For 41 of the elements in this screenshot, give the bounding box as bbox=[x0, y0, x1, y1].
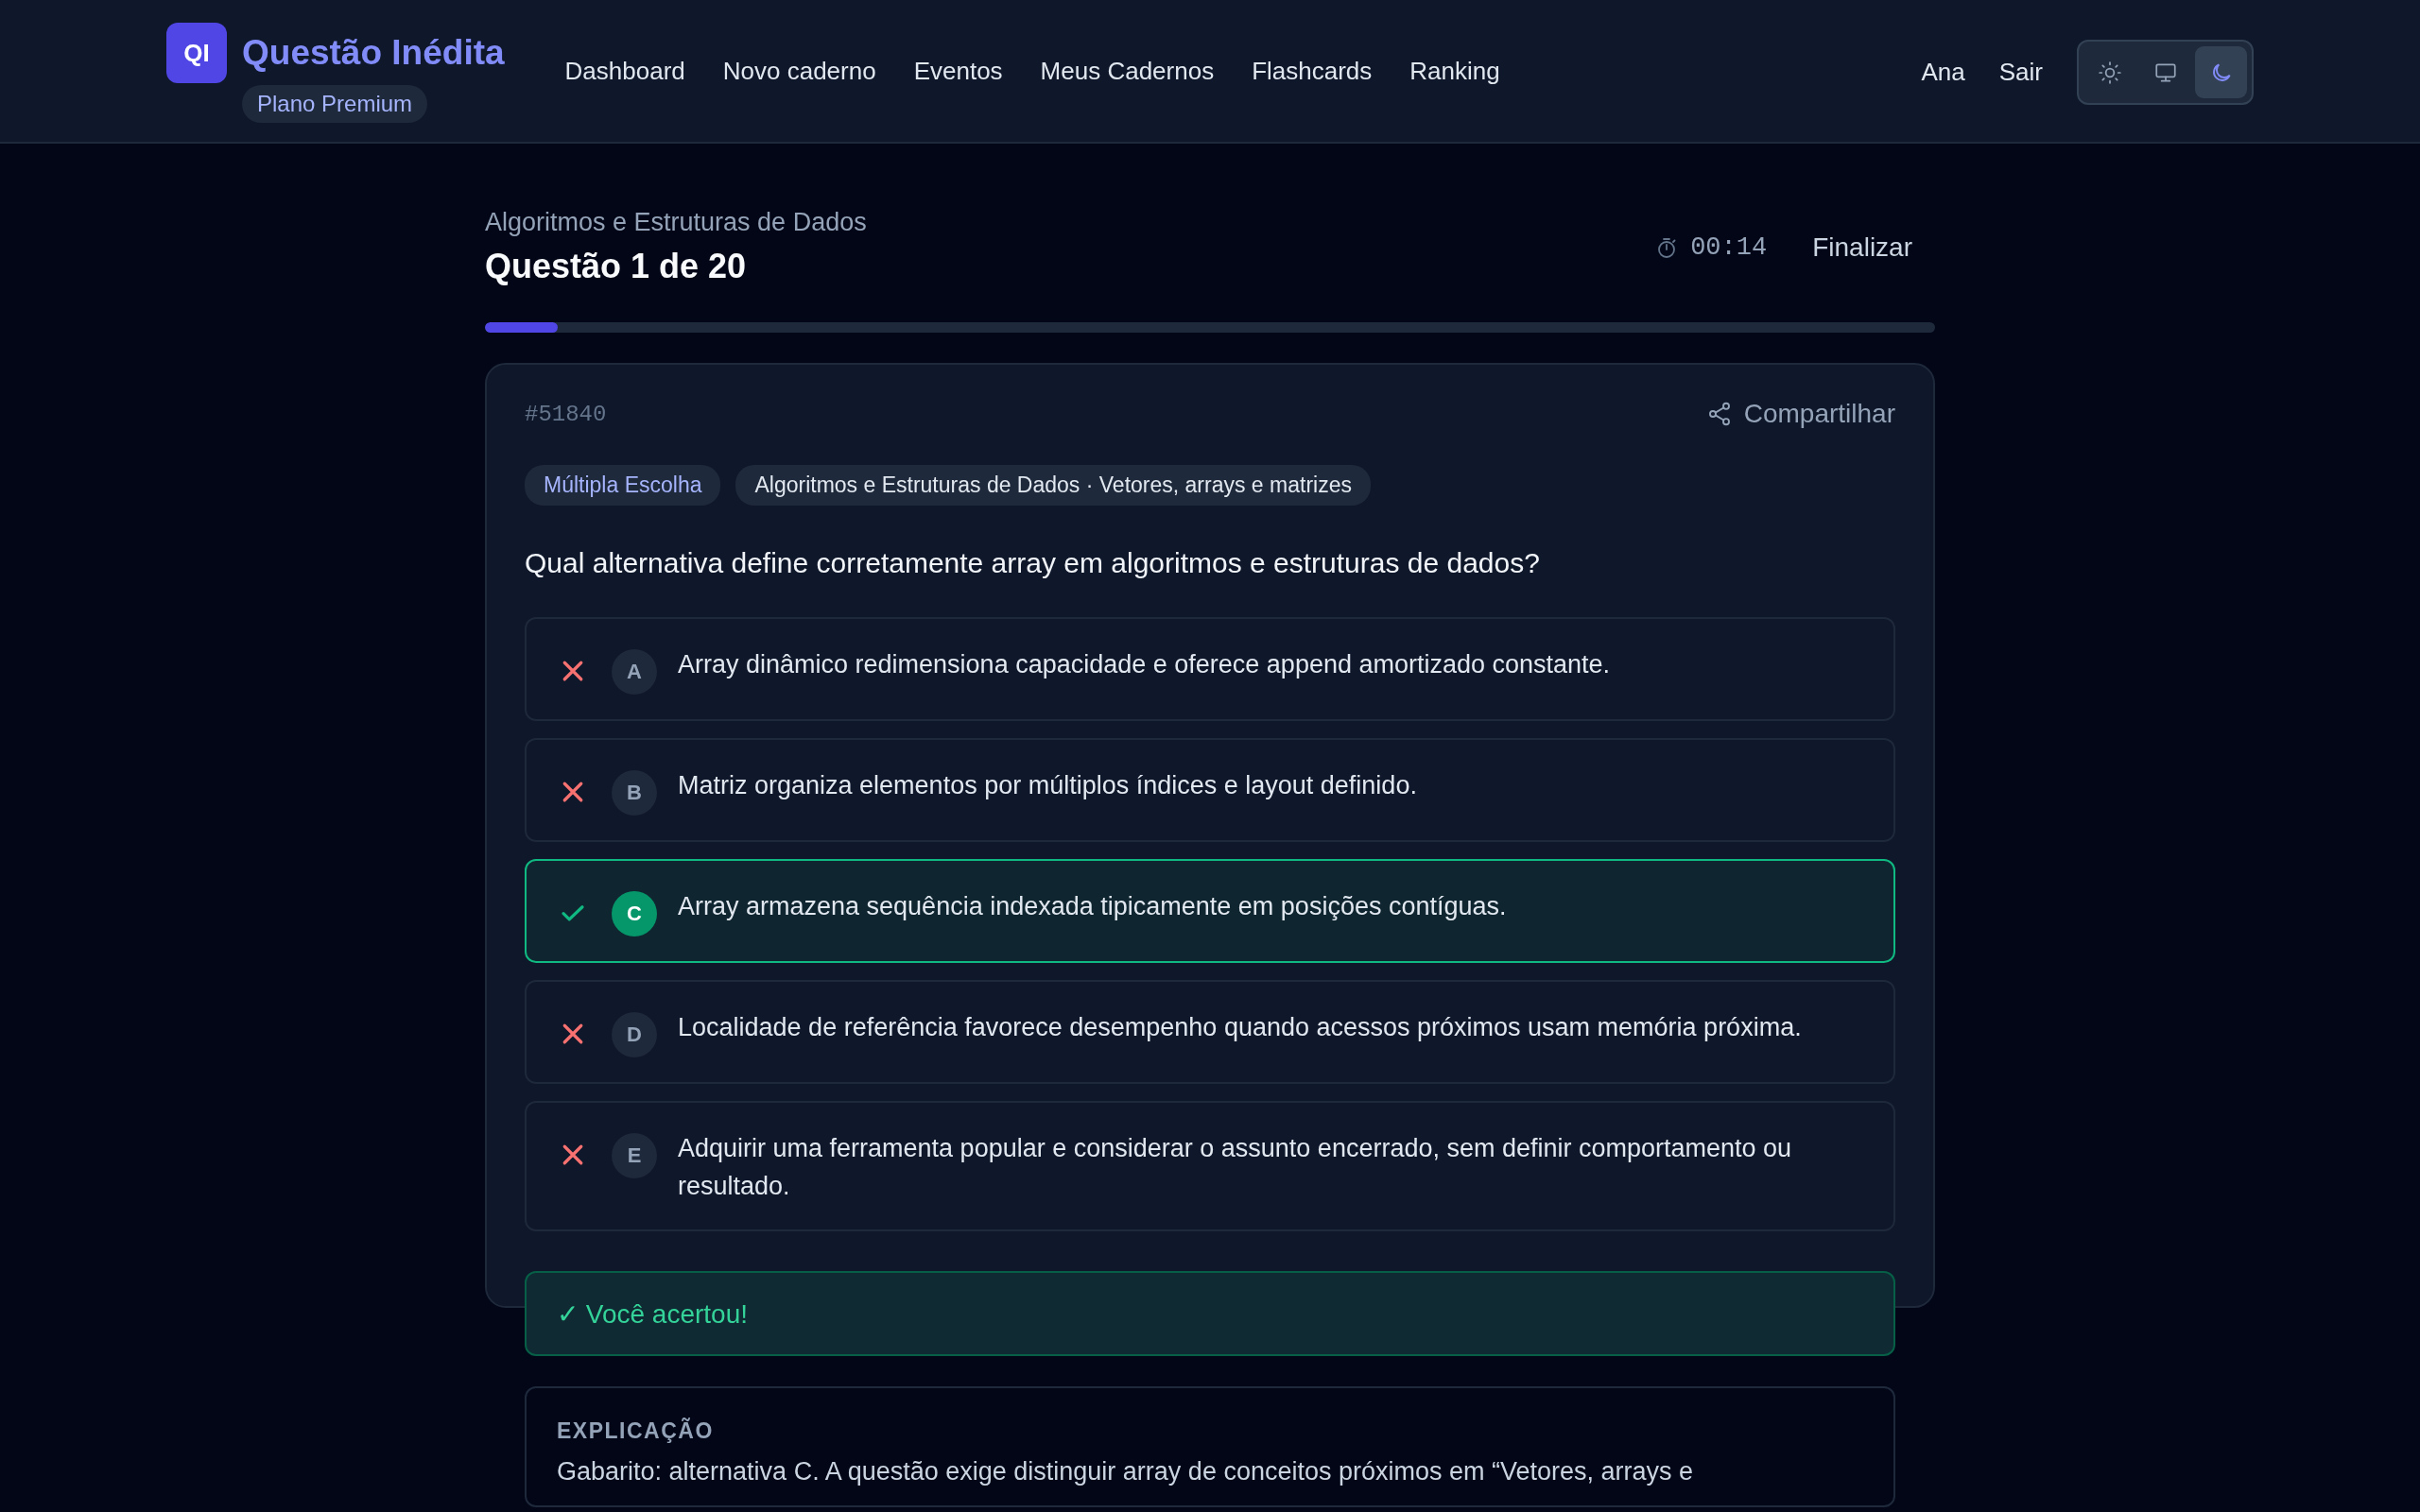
brand-name[interactable]: Questão Inédita bbox=[242, 33, 505, 73]
user-link[interactable]: Ana bbox=[1921, 58, 1965, 87]
answer-option[interactable]: A Array dinâmico redimensiona capacidade e oferece append amortizado constante. bbox=[525, 617, 1895, 721]
nav-link[interactable]: Dashboard bbox=[564, 57, 685, 86]
logo-badge[interactable]: QI bbox=[166, 23, 227, 83]
tag: Algoritmos e Estruturas de Dados · Vetores, arrays e matrizes bbox=[735, 465, 1371, 506]
option-text: Localidade de referência favorece desempenho quando acessos próximos usam memória próxima. bbox=[678, 1012, 1802, 1043]
option-letter: E bbox=[612, 1133, 657, 1178]
question-id: #51840 bbox=[525, 401, 607, 427]
nav-link[interactable]: Ranking bbox=[1409, 57, 1500, 86]
explanation-text: Gabarito: alternativa C. A questão exige distinguir array de conceitos próximos em “Vetores, arrays e bbox=[557, 1457, 1695, 1486]
answer-option[interactable]: E Adquirir uma ferramenta popular e considerar o assunto encerrado, sem definir comportamento ou resultado. bbox=[525, 1101, 1895, 1231]
option-text: Array dinâmico redimensiona capacidade e oferece append amortizado constante. bbox=[678, 649, 1611, 680]
stopwatch-icon bbox=[1656, 235, 1678, 259]
timer: 00:14 bbox=[1690, 232, 1768, 262]
explanation-heading: EXPLICAÇÃO bbox=[557, 1418, 715, 1444]
option-text: Matriz organiza elementos por múltiplos índices e layout definido. bbox=[678, 770, 1417, 801]
feedback-text: ✓ Você acertou! bbox=[557, 1297, 748, 1330]
nav-link[interactable]: Eventos bbox=[913, 57, 1003, 86]
subject-label: Algoritmos e Estruturas de Dados bbox=[485, 208, 867, 237]
question-text: Qual alternativa define corretamente array em algoritmos e estruturas de dados? bbox=[525, 547, 1541, 579]
finish-button[interactable]: Finalizar bbox=[1812, 232, 1912, 263]
option-text: Array armazena sequência indexada tipicamente em posições contíguas. bbox=[678, 891, 1507, 922]
option-text: Adquirir uma ferramenta popular e considerar o assunto encerrado, sem definir comportamento ou resultado. bbox=[678, 1133, 1793, 1202]
option-letter: B bbox=[612, 770, 657, 816]
option-letter: A bbox=[612, 649, 657, 695]
share-button[interactable]: Compartilhar bbox=[1705, 399, 1895, 429]
logout-link[interactable]: Sair bbox=[1998, 58, 2043, 87]
option-letter: C bbox=[612, 891, 657, 936]
answer-option[interactable]: B Matriz organiza elementos por múltiplos índices e layout definido. bbox=[525, 738, 1895, 842]
nav-link[interactable]: Flashcards bbox=[1252, 57, 1373, 86]
option-letter: D bbox=[612, 1012, 657, 1057]
nav-link[interactable]: Meus Cadernos bbox=[1040, 57, 1215, 86]
answer-option[interactable]: C Array armazena sequência indexada tipicamente em posições contíguas. bbox=[525, 859, 1895, 963]
theme-button[interactable] bbox=[2195, 46, 2247, 98]
nav-link[interactable]: Novo caderno bbox=[722, 57, 876, 86]
question-counter: Questão 1 de 20 bbox=[485, 247, 748, 286]
sun-icon bbox=[2097, 60, 2122, 85]
plan-badge: Plano Premium bbox=[242, 85, 428, 123]
tag: Múltipla Escolha bbox=[525, 465, 721, 506]
answer-option[interactable]: D Localidade de referência favorece desempenho quando acessos próximos usam memória próxima. bbox=[525, 980, 1895, 1084]
